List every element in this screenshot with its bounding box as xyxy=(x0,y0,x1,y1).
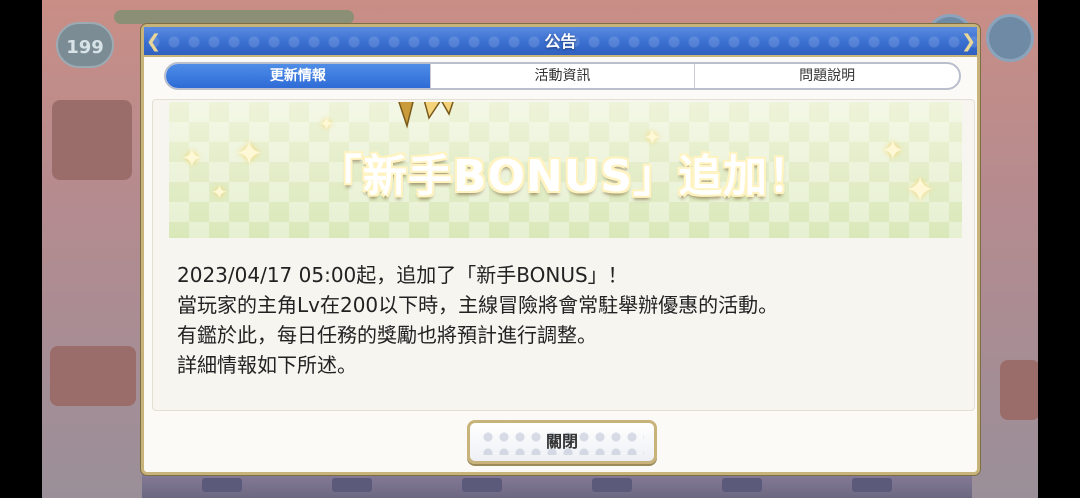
announcement-dialog: ❮ 公告 ❯ 更新情報 活動資訊 問題說明 ✦ ✦ ✦ ✦ ✦ ✦ ✦ 「新手B… xyxy=(141,24,980,475)
dialog-title: 公告 xyxy=(544,32,577,51)
banner-headline: 「新手BONUS」追加！ xyxy=(317,151,814,202)
character-avatar xyxy=(52,100,132,180)
exp-bar xyxy=(114,10,354,24)
sparkle-icon: ✦ xyxy=(319,114,335,135)
limited-event-banner xyxy=(50,346,136,406)
notice-line: 詳細情報如下所述。 xyxy=(177,353,357,377)
fullscreen-round-button xyxy=(986,14,1034,62)
tab-bar: 更新情報 活動資訊 問題說明 xyxy=(164,62,961,90)
tab-event-info[interactable]: 活動資訊 xyxy=(429,64,695,88)
gift-icon xyxy=(1000,360,1038,420)
ribbon-decoration-icon xyxy=(398,102,454,129)
notice-body: 2023/04/17 05:00起，追加了「新手BONUS」！ 當玩家的主角Lv… xyxy=(177,260,957,380)
tab-update-info[interactable]: 更新情報 xyxy=(166,64,430,88)
notice-line: 當玩家的主角Lv在200以下時，主線冒險將會常駐舉辦優惠的活動。 xyxy=(177,293,779,317)
notice-line: 2023/04/17 05:00起，追加了「新手BONUS」！ xyxy=(177,263,628,287)
header-ornament-right-icon: ❯ xyxy=(961,31,977,52)
dialog-header: ❮ 公告 ❯ xyxy=(144,27,977,57)
close-button[interactable]: 關閉 xyxy=(467,420,657,464)
notice-line: 有鑑於此，每日任務的獎勵也將預計進行調整。 xyxy=(177,323,597,347)
notice-banner: ✦ ✦ ✦ ✦ ✦ ✦ ✦ 「新手BONUS」追加！ xyxy=(169,102,962,238)
player-level-badge: 199 xyxy=(56,22,114,68)
tab-help[interactable]: 問題說明 xyxy=(694,64,959,88)
notice-content[interactable]: ✦ ✦ ✦ ✦ ✦ ✦ ✦ 「新手BONUS」追加！ 2023/04/17 05… xyxy=(152,99,975,411)
close-button-label: 關閉 xyxy=(545,432,578,451)
